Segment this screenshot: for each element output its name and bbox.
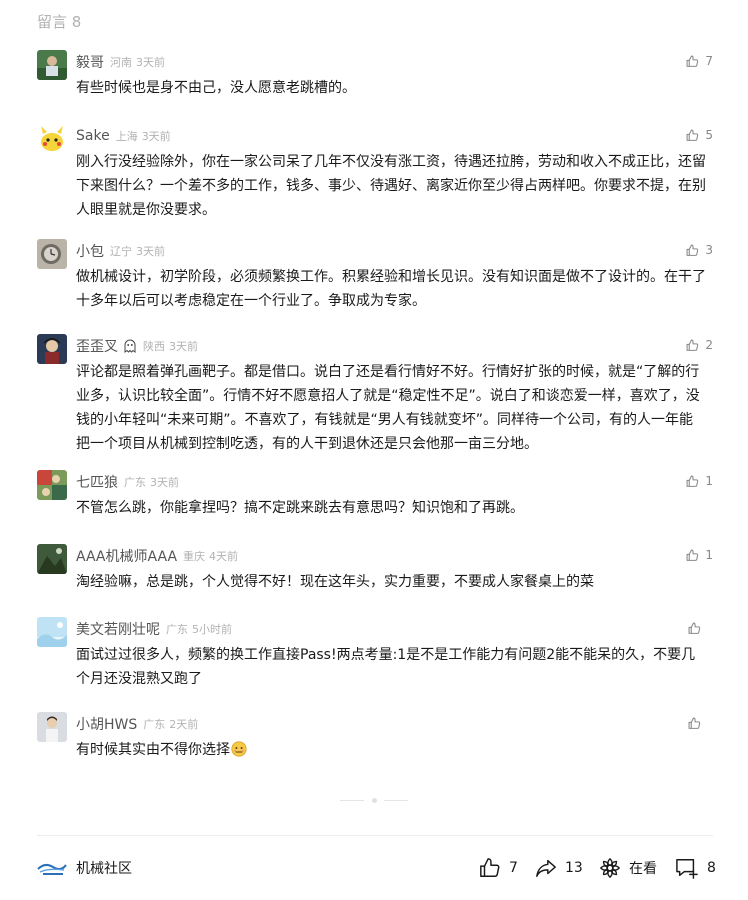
comment-button[interactable]: 8: [675, 856, 716, 880]
avatar[interactable]: [37, 712, 67, 742]
comment-time: 3天前: [150, 476, 179, 489]
like-count: 2: [705, 338, 713, 352]
article-like-count: 7: [509, 860, 518, 876]
comment-author[interactable]: 歪歪叉: [76, 336, 118, 356]
like-count: 1: [705, 548, 713, 562]
comment-author[interactable]: 小包: [76, 241, 104, 261]
like-count: 5: [705, 128, 713, 142]
comment-author[interactable]: 七匹狼: [76, 472, 118, 492]
like-button[interactable]: 1: [686, 546, 713, 564]
comment-text: 面试过过很多人，频繁的换工作直接Pass!两点考量:1是不是工作能力有问题2能不…: [76, 647, 696, 687]
like-button[interactable]: 3: [686, 241, 713, 259]
comment-author[interactable]: 美文若刚壮呢: [76, 619, 160, 639]
ghost-emoji-icon: [124, 339, 136, 353]
like-button[interactable]: 5: [686, 126, 713, 144]
comment-region: 广东: [124, 476, 146, 489]
comment-text: 不管怎么跳，你能拿捏吗？搞不定跳来跳去有意思吗？知识饱和了再跳。: [76, 500, 524, 516]
comment-time: 3天前: [136, 56, 165, 69]
comment-region: 上海: [115, 130, 138, 143]
end-of-list-marker: [340, 796, 408, 806]
thumbs-up-icon: [686, 55, 699, 67]
thumbs-up-icon: [686, 339, 699, 351]
comment-author[interactable]: Sake: [76, 128, 110, 144]
comment-add-icon: [676, 859, 698, 879]
comments-header: 留言 8: [37, 13, 82, 31]
like-button[interactable]: [688, 619, 713, 637]
comment-count: 8: [707, 860, 716, 876]
like-count: 7: [705, 54, 713, 68]
awkward-face-emoji-icon: [231, 741, 247, 757]
bottom-action-bar: 机械社区 7 13 在看 8: [37, 850, 716, 886]
comment-text: 有些时候也是身不由己，没人愿意老跳槽的。: [76, 80, 356, 96]
comment-text: 有时候其实由不得你选择: [76, 742, 230, 758]
comment-author[interactable]: AAA机械师AAA: [76, 546, 177, 566]
like-button[interactable]: 1: [686, 472, 713, 490]
account-name: 机械社区: [76, 861, 132, 877]
like-button[interactable]: [688, 714, 713, 732]
watching-label: 在看: [629, 861, 657, 877]
thumbs-up-icon: [688, 717, 701, 729]
comment-time: 3天前: [141, 130, 171, 143]
like-button[interactable]: 2: [686, 336, 713, 354]
thumbs-up-icon: [480, 858, 500, 877]
flower-icon: [599, 857, 621, 879]
comment-region: 广东: [143, 718, 166, 731]
account-brand[interactable]: 机械社区: [37, 858, 132, 878]
avatar[interactable]: [37, 617, 67, 647]
like-count: 1: [705, 474, 713, 488]
thumbs-up-icon: [688, 622, 701, 634]
comment-region: 广东: [166, 623, 188, 636]
like-article-button[interactable]: 7: [479, 856, 518, 880]
avatar[interactable]: [37, 470, 67, 500]
avatar[interactable]: [37, 124, 67, 154]
avatar[interactable]: [37, 50, 67, 80]
thumbs-up-icon: [686, 549, 699, 561]
footer-divider: [37, 835, 713, 836]
share-arrow-icon: [536, 859, 556, 877]
comment-text: 做机械设计，初学阶段，必须频繁换工作。积累经验和增长见识。没有知识面是做不了设计…: [76, 269, 706, 309]
comment-author[interactable]: 小胡HWS: [76, 714, 137, 734]
thumbs-up-icon: [686, 475, 699, 487]
comment-author[interactable]: 毅哥: [76, 52, 104, 72]
avatar[interactable]: [37, 239, 67, 269]
share-count: 13: [565, 860, 583, 876]
like-count: 3: [705, 243, 713, 257]
watching-button[interactable]: 在看: [599, 856, 657, 880]
comment-time: 3天前: [136, 245, 165, 258]
comment-text: 刚入行没经验除外，你在一家公司呆了几年不仅没有涨工资，待遇还拉胯，劳动和收入不成…: [76, 154, 706, 218]
like-button[interactable]: 7: [686, 52, 713, 70]
comment-time: 2天前: [169, 718, 199, 731]
comment-region: 重庆: [183, 550, 206, 563]
comment-time: 5小时前: [192, 623, 232, 636]
comment-text: 评论都是照着弹孔画靶子。都是借口。说白了还是看行情好不好。行情好扩张的时候，就是…: [76, 364, 700, 452]
share-button[interactable]: 13: [535, 856, 583, 880]
avatar[interactable]: [37, 334, 67, 364]
comment-region: 陕西: [143, 340, 165, 353]
comment-text: 淘经验嘛，总是跳，个人觉得不好！现在这年头，实力重要，不要成人家餐桌上的菜: [76, 574, 594, 590]
comment-body: 有时候其实由不得你选择: [76, 738, 706, 762]
thumbs-up-icon: [686, 244, 699, 256]
avatar[interactable]: [37, 544, 67, 574]
comment-time: 3天前: [169, 340, 198, 353]
thumbs-up-icon: [686, 129, 699, 141]
comment-region: 河南: [110, 56, 132, 69]
comment-time: 4天前: [209, 550, 239, 563]
comment-region: 辽宁: [110, 245, 132, 258]
brand-logo-icon: [37, 863, 67, 875]
